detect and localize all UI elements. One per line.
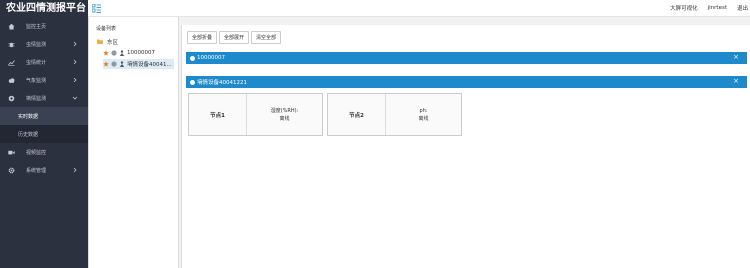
star-icon [103,61,109,67]
app-title: 农业四情测报平台 [0,0,88,17]
main-content: 全部折叠 全部展开 清空全部 10000007 × 墒情设备40041221 × [181,25,750,268]
tree-node-device[interactable]: 墒情设备40041... [103,59,174,69]
device-list-title: 设备列表 [96,26,117,32]
status-dot-icon [111,50,117,56]
clear-all-button[interactable]: 清空全部 [251,31,282,44]
sidebar-item-pest-monitor[interactable]: 虫情监测 [0,35,88,53]
sidebar-item-weather[interactable]: 气象监测 [0,71,88,89]
tree-node-label: 10000007 [127,50,155,56]
status-dot-icon [111,61,117,67]
sidebar-item-video[interactable]: 视频监控 [0,143,88,161]
sidebar-item-label: 视频监控 [26,149,47,156]
sidebar-item-label: 监控主页 [26,23,47,30]
close-icon[interactable]: × [733,54,739,61]
sidebar-subitem-history[interactable]: 历史数据 [0,125,88,143]
node-reading: 湿度(%RH): 离线 [247,94,322,135]
panel-title: 墒情设备40041221 [197,80,247,86]
status-text: 离线 [279,115,290,122]
node-label: 节点2 [328,94,386,135]
panel-dot-icon [190,55,195,61]
sidebar-item-label: 墒情监测 [26,95,47,102]
tree-root-label: 东区 [107,40,119,46]
chevron-right-icon [72,41,78,47]
sidebar-item-label: 气象监测 [26,77,47,84]
top-links: 大屏可视化 jinrtest 退出 [660,0,748,16]
user-link[interactable]: jinrtest [708,5,727,11]
chevron-down-icon [72,95,78,101]
chevron-right-icon [72,167,78,173]
logout-link[interactable]: 退出 [737,4,748,12]
gear-icon [8,167,15,174]
device-panel-header[interactable]: 10000007 × [186,52,747,64]
video-icon [8,149,15,156]
star-icon [103,50,109,56]
bug-icon [8,41,15,48]
tree-root-node[interactable]: 东区 [97,38,118,46]
tree-node-label: 墒情设备40041... [127,62,172,68]
sidebar-item-label: 虫情统计 [26,59,47,66]
sidebar-item-pest-stats[interactable]: 虫情统计 [0,53,88,71]
sidebar-item-soil[interactable]: 墒情监测 [0,89,88,107]
person-icon [119,50,125,56]
folder-icon [97,39,103,46]
device-tree-panel: 设备列表 东区 10000007 墒情设备40041... [88,17,179,268]
collapse-all-button[interactable]: 全部折叠 [187,31,218,44]
panel-title: 10000007 [197,55,225,61]
panel-dot-icon [190,79,195,85]
sidebar-subitem-realtime[interactable]: 实时数据 [0,107,88,125]
metric-label: ph: [419,107,428,114]
sidebar-item-label: 虫情监测 [26,41,47,48]
person-icon [119,61,125,67]
sidebar: 监控主页 虫情监测 虫情统计 气象监测 墒情监测 实时数据 历史数据 视频监控 … [0,17,88,268]
node-label: 节点1 [189,94,247,135]
device-panel-header[interactable]: 墒情设备40041221 × [186,76,747,88]
tree-node-device[interactable]: 10000007 [103,48,155,58]
home-icon [8,23,15,30]
sensor-node-card: 节点2 ph: 离线 [327,93,462,136]
big-screen-link[interactable]: 大屏可视化 [670,4,698,12]
chevron-right-icon [72,77,78,83]
status-text: 离线 [418,115,429,122]
chart-icon [8,59,15,66]
sensor-node-card: 节点1 湿度(%RH): 离线 [188,93,323,136]
chevron-right-icon [72,59,78,65]
soil-icon [8,95,15,102]
expand-all-button[interactable]: 全部展开 [219,31,250,44]
metric-label: 湿度(%RH): [270,107,299,114]
toolbar: 全部折叠 全部展开 清空全部 [187,31,283,44]
close-icon[interactable]: × [733,78,739,85]
sidebar-item-system[interactable]: 系统管理 [0,161,88,179]
menu-toggle-icon[interactable] [91,3,101,13]
top-bar: 大屏可视化 jinrtest 退出 [88,0,750,17]
sidebar-item-label: 系统管理 [26,167,47,174]
node-reading: ph: 离线 [386,94,461,135]
sidebar-item-home[interactable]: 监控主页 [0,17,88,35]
cloud-icon [8,77,15,84]
